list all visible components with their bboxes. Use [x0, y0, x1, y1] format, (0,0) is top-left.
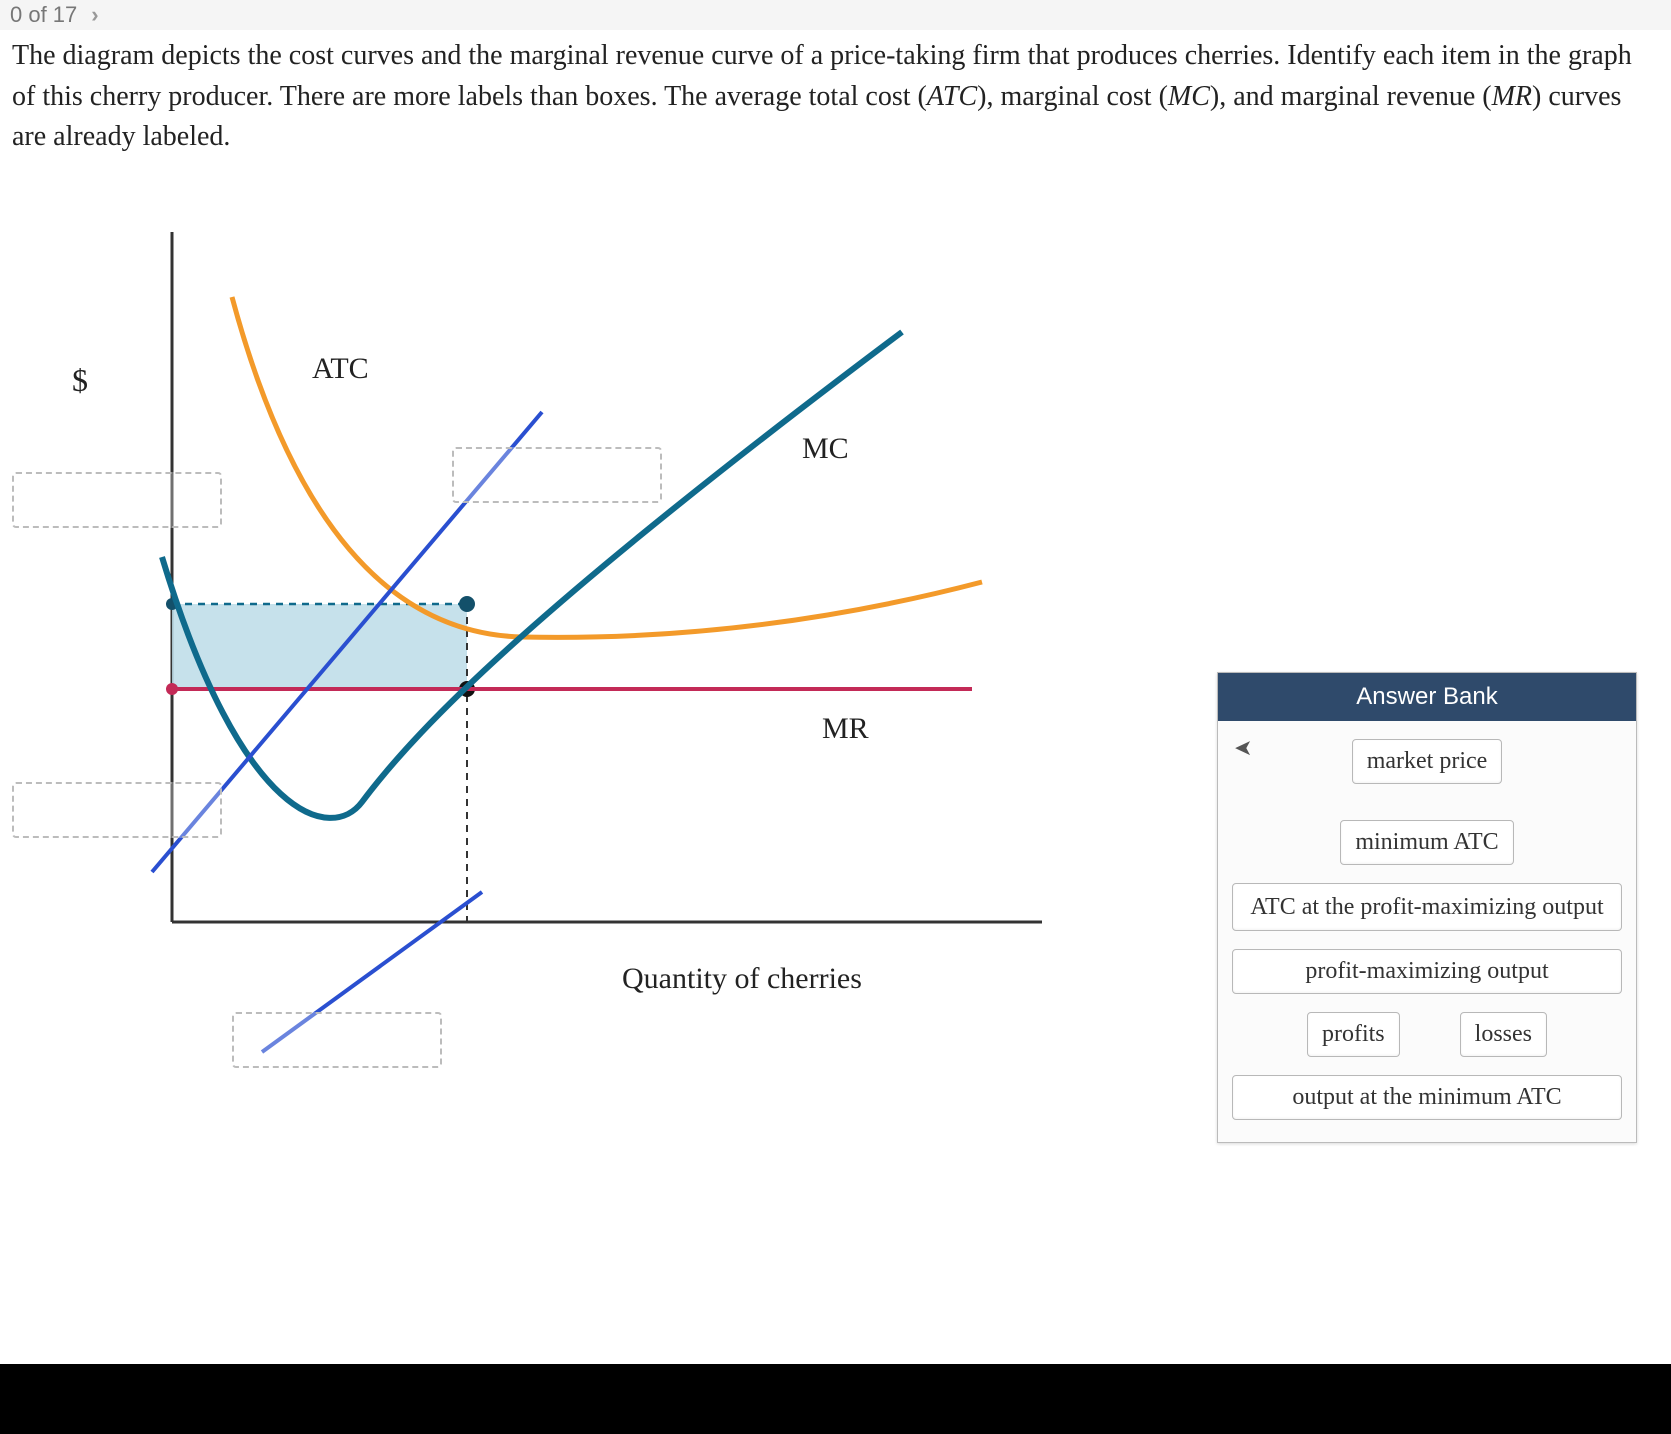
mc-term: MC: [1168, 81, 1210, 112]
next-chevron-icon[interactable]: ›: [91, 2, 98, 28]
mr-curve-label: MR: [822, 712, 869, 746]
cost-curves-chart: $ Quantity of cherries ATC MC MR: [102, 202, 1082, 1062]
x-axis-label: Quantity of cherries: [622, 962, 862, 996]
answer-bank-title: Answer Bank: [1218, 673, 1636, 721]
atc-curve-label: ATC: [312, 352, 369, 386]
mc-curve: [162, 332, 902, 818]
diagram-stage: $ Quantity of cherries ATC MC MR Answer …: [12, 172, 1659, 1192]
answer-bank-panel: Answer Bank ➤ market price minimum ATC A…: [1217, 672, 1637, 1143]
answer-bank-body: ➤ market price minimum ATC ATC at the pr…: [1218, 721, 1636, 1142]
answer-atc-at-pm-output[interactable]: ATC at the profit-maximizing output: [1232, 883, 1622, 931]
progress-text: 0 of 17: [10, 2, 77, 28]
dropzone-below-x[interactable]: [232, 1012, 442, 1068]
y-axis-label: $: [72, 362, 88, 399]
atc-term: ATC: [927, 81, 977, 112]
mc-curve-label: MC: [802, 432, 849, 466]
atc-at-q-point: [459, 596, 475, 612]
answer-market-price[interactable]: market price: [1352, 739, 1503, 784]
footer-bar: [0, 1364, 1671, 1434]
chart-svg: [102, 202, 1082, 1062]
answer-profits[interactable]: profits: [1307, 1012, 1400, 1057]
dropzone-mid[interactable]: [452, 447, 662, 503]
question-fragment: ), and marginal revenue (: [1210, 81, 1492, 112]
answer-output-min-atc[interactable]: output at the minimum ATC: [1232, 1075, 1622, 1120]
dropzone-upper-y[interactable]: [12, 472, 222, 528]
mr-term: MR: [1492, 81, 1532, 112]
question-text: The diagram depicts the cost curves and …: [12, 36, 1659, 158]
answer-losses[interactable]: losses: [1460, 1012, 1547, 1057]
answer-pm-output[interactable]: profit-maximizing output: [1232, 949, 1622, 994]
content-area: The diagram depicts the cost curves and …: [0, 30, 1671, 1364]
pointer-icon: ➤: [1234, 735, 1252, 761]
answer-minimum-atc[interactable]: minimum ATC: [1340, 820, 1513, 865]
page-progress-bar: 0 of 17 ›: [0, 0, 1671, 30]
question-fragment: ), marginal cost (: [977, 81, 1168, 112]
dropzone-lower-y[interactable]: [12, 782, 222, 838]
